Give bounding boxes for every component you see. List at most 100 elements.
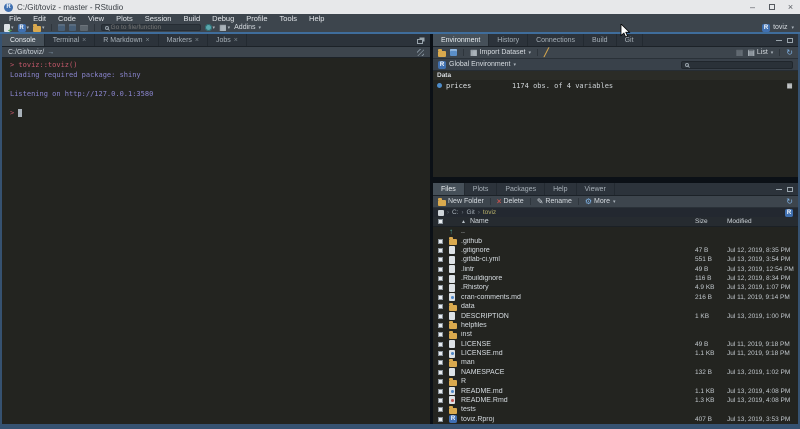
file-name[interactable]: .lintr	[461, 266, 695, 273]
restore-pane-icon[interactable]	[417, 39, 423, 44]
menu-item-tools[interactable]: Tools	[274, 14, 304, 23]
file-checkbox[interactable]	[438, 379, 443, 384]
size-column-header[interactable]: Size	[695, 218, 727, 225]
file-checkbox[interactable]	[438, 285, 443, 290]
load-workspace-button[interactable]	[438, 51, 446, 57]
menu-item-edit[interactable]: Edit	[27, 14, 52, 23]
files-tab-viewer[interactable]: Viewer	[577, 183, 615, 195]
view-data-icon[interactable]: ▦	[787, 82, 792, 90]
clear-objects-button[interactable]: ╱	[544, 49, 549, 57]
file-name[interactable]: NAMESPACE	[461, 369, 695, 376]
console-tab-markers[interactable]: Markers×	[159, 34, 208, 46]
environment-tab-environment[interactable]: Environment	[433, 34, 489, 46]
menu-item-profile[interactable]: Profile	[240, 14, 273, 23]
close-icon[interactable]: ×	[234, 37, 238, 44]
file-name[interactable]: R	[461, 378, 695, 385]
environment-tab-history[interactable]: History	[489, 34, 528, 46]
minimize-button[interactable]: –	[743, 0, 762, 14]
project-button[interactable]: toviz ▾	[762, 24, 794, 32]
files-tab-files[interactable]: Files	[433, 183, 465, 195]
file-checkbox[interactable]	[438, 417, 443, 422]
menu-item-code[interactable]: Code	[52, 14, 82, 23]
file-checkbox[interactable]	[438, 370, 443, 375]
files-tab-packages[interactable]: Packages	[497, 183, 545, 195]
file-checkbox[interactable]	[438, 332, 443, 337]
file-checkbox[interactable]	[438, 407, 443, 412]
file-checkbox[interactable]	[438, 389, 443, 394]
file-checkbox[interactable]	[438, 342, 443, 347]
new-folder-button[interactable]: New Folder	[438, 198, 484, 206]
file-name[interactable]: .Rbuildignore	[461, 275, 695, 282]
file-checkbox[interactable]	[438, 248, 443, 253]
breadcrumb-item-toviz[interactable]: toviz	[483, 209, 496, 216]
environment-search-input[interactable]	[691, 61, 789, 68]
delete-button[interactable]: × Delete	[497, 198, 524, 206]
resize-grip-icon[interactable]	[417, 49, 424, 56]
home-icon[interactable]	[438, 210, 444, 216]
refresh-button[interactable]: ↻	[786, 49, 793, 57]
close-button[interactable]: ×	[781, 0, 800, 14]
file-name[interactable]: helpfiles	[461, 322, 695, 329]
file-name[interactable]: LICENSE.md	[461, 350, 695, 357]
breadcrumb-item-git[interactable]: Git	[467, 209, 475, 216]
new-file-button[interactable]: + ▾	[4, 24, 14, 32]
close-icon[interactable]: ×	[82, 37, 86, 44]
r-logo-icon[interactable]	[785, 209, 793, 217]
menu-item-file[interactable]: File	[3, 14, 27, 23]
minimize-pane-icon[interactable]	[776, 40, 782, 41]
goto-dir-arrow-icon[interactable]: →	[47, 49, 54, 56]
file-checkbox[interactable]	[438, 398, 443, 403]
file-name[interactable]: tests	[461, 406, 695, 413]
menu-item-build[interactable]: Build	[177, 14, 206, 23]
maximize-pane-icon[interactable]	[787, 187, 793, 192]
file-checkbox[interactable]	[438, 323, 443, 328]
environment-search-box[interactable]	[681, 61, 793, 69]
file-checkbox[interactable]	[438, 257, 443, 262]
menu-item-debug[interactable]: Debug	[206, 14, 240, 23]
file-name[interactable]: data	[461, 303, 695, 310]
environment-tab-build[interactable]: Build	[584, 34, 617, 46]
maximize-pane-icon[interactable]	[787, 38, 793, 43]
print-button[interactable]	[80, 25, 88, 31]
file-name[interactable]: cran-comments.md	[461, 294, 695, 301]
list-view-button[interactable]: ▤ List ▾	[747, 49, 773, 57]
console-output[interactable]: > toviz::toviz()Loading required package…	[2, 58, 430, 424]
save-workspace-button[interactable]	[450, 49, 457, 56]
file-name[interactable]: README.md	[461, 388, 695, 395]
name-column-header[interactable]: ▲ Name	[461, 218, 695, 225]
file-name[interactable]: man	[461, 359, 695, 366]
file-name[interactable]: ..	[461, 228, 695, 235]
environment-tab-connections[interactable]: Connections	[528, 34, 584, 46]
open-file-button[interactable]: ▾	[33, 24, 45, 32]
file-name[interactable]: .gitlab-ci.yml	[461, 256, 695, 263]
import-dataset-button[interactable]: ▦ Import Dataset ▾	[470, 49, 531, 57]
modified-column-header[interactable]: Modified	[727, 218, 798, 225]
breadcrumb-item-c[interactable]: C:	[452, 209, 459, 216]
rename-button[interactable]: ✎ Rename	[537, 198, 572, 206]
close-icon[interactable]: ×	[146, 37, 150, 44]
file-name[interactable]: inst	[461, 331, 695, 338]
file-name[interactable]: LICENSE	[461, 341, 695, 348]
menu-item-help[interactable]: Help	[303, 14, 330, 23]
console-tab-r-markdown[interactable]: R Markdown×	[95, 34, 158, 46]
file-checkbox[interactable]	[438, 295, 443, 300]
refresh-button[interactable]: ↻	[786, 198, 793, 206]
menu-item-session[interactable]: Session	[139, 14, 178, 23]
new-project-button[interactable]: ▾	[18, 24, 30, 32]
file-name[interactable]: .github	[461, 238, 695, 245]
files-tab-plots[interactable]: Plots	[465, 183, 498, 195]
console-tab-terminal[interactable]: Terminal×	[45, 34, 96, 46]
console-tab-console[interactable]: Console	[2, 34, 45, 46]
files-tab-help[interactable]: Help	[545, 183, 576, 195]
console-tab-jobs[interactable]: Jobs×	[208, 34, 247, 46]
select-all-checkbox[interactable]	[438, 219, 443, 224]
close-icon[interactable]: ×	[195, 37, 199, 44]
file-checkbox[interactable]	[438, 276, 443, 281]
file-checkbox[interactable]	[438, 360, 443, 365]
file-name[interactable]: DESCRIPTION	[461, 313, 695, 320]
pane-layout-button[interactable]: ▦ ▾	[219, 24, 230, 32]
workspace-panes-button[interactable]: ▾	[205, 24, 216, 31]
save-button[interactable]	[58, 24, 65, 31]
save-all-button[interactable]	[69, 24, 76, 31]
file-name[interactable]: .Rhistory	[461, 284, 695, 291]
